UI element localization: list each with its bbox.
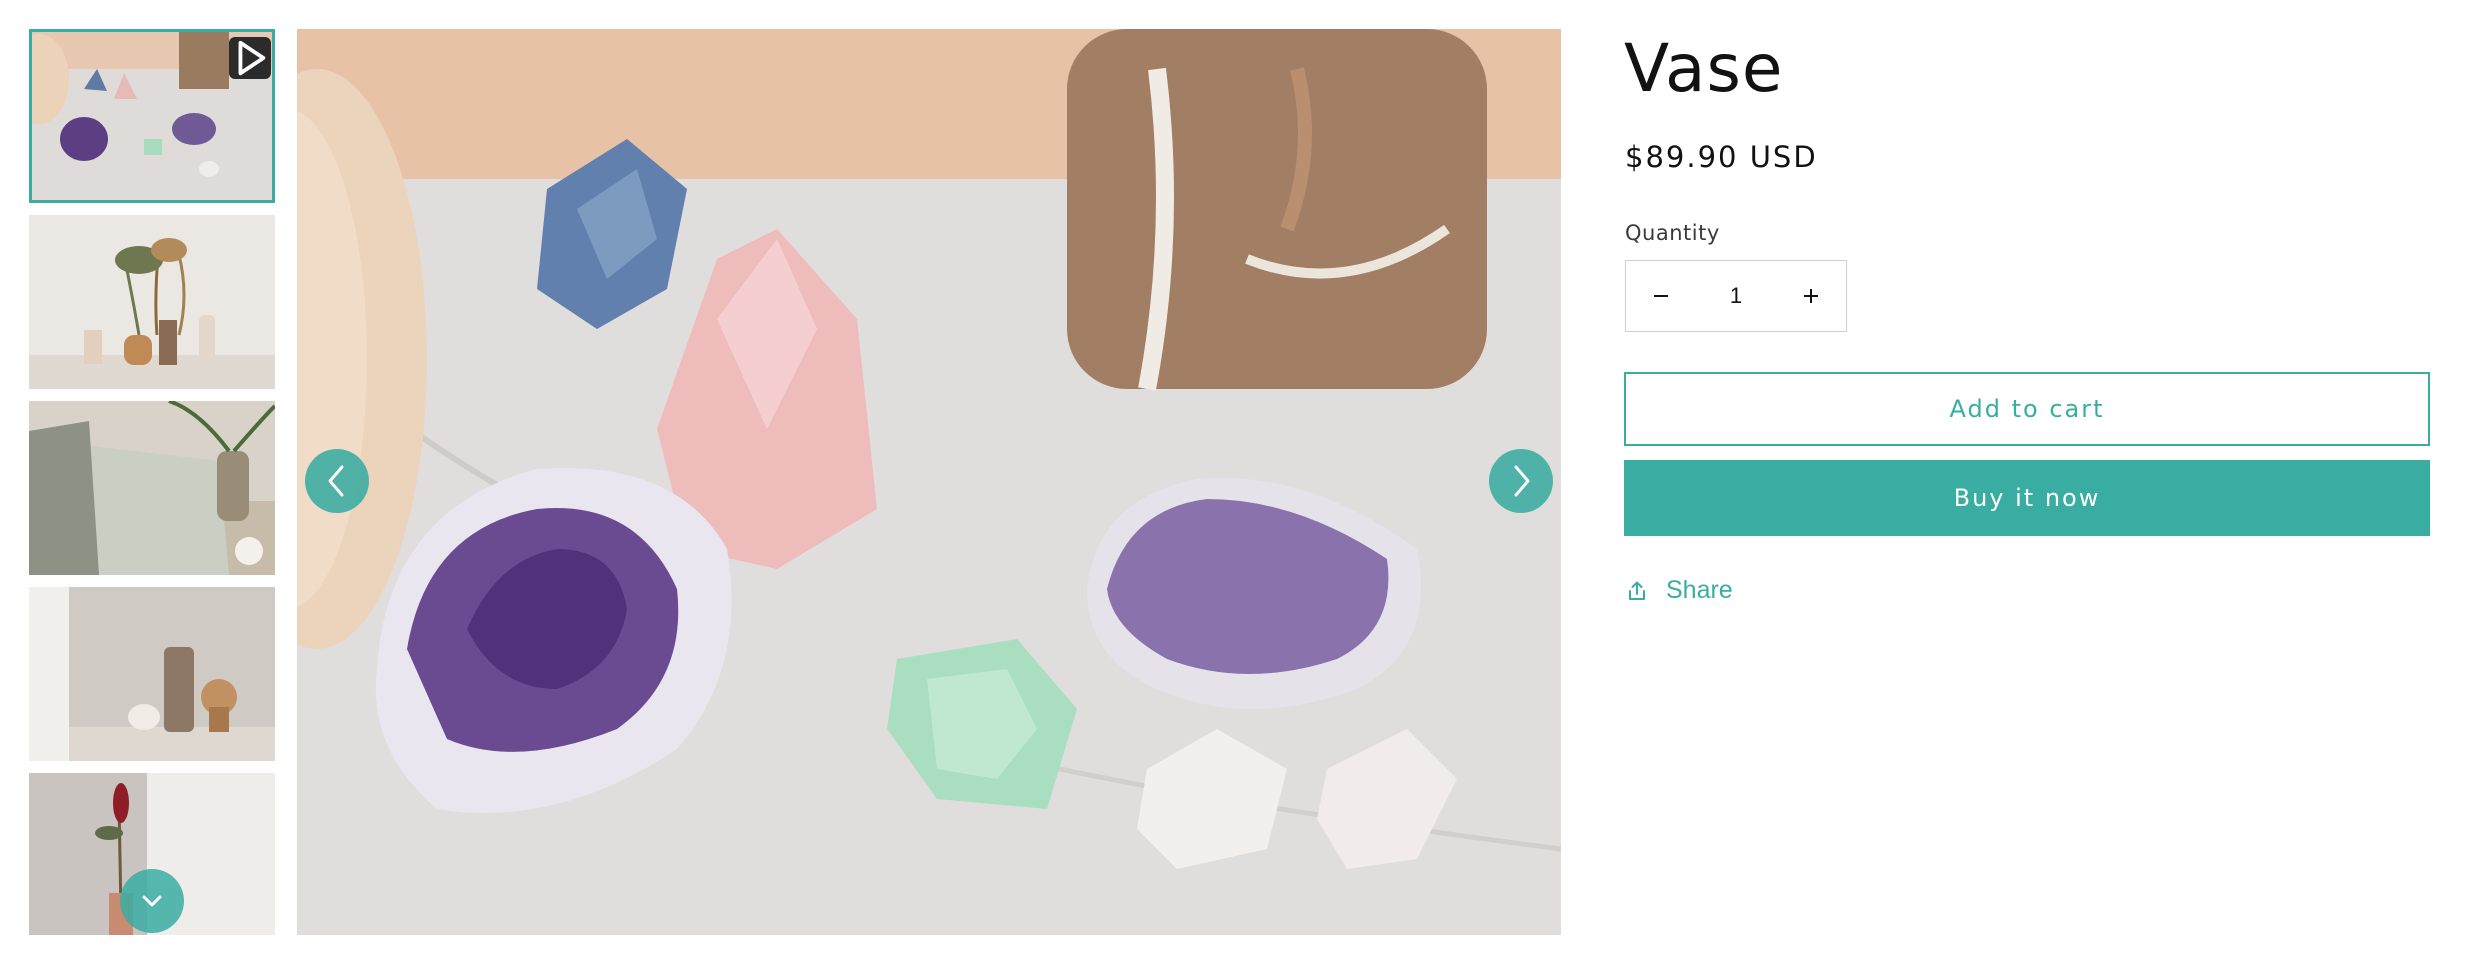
crystals-photo <box>297 29 1561 935</box>
plus-icon <box>1804 289 1818 303</box>
main-product-image <box>297 29 1561 935</box>
chevron-down-icon <box>142 895 162 907</box>
thumbnail-image <box>29 215 275 389</box>
play-icon <box>238 40 266 76</box>
chevron-left-icon <box>328 465 344 497</box>
thumbnail-image <box>29 587 275 761</box>
thumbnail-crystals[interactable] <box>29 29 275 203</box>
thumbnail-list <box>29 29 275 935</box>
product-title: Vase <box>1624 30 1784 107</box>
quantity-label: Quantity <box>1625 221 1720 245</box>
share-icon <box>1629 581 1645 600</box>
thumbnail-book-plant[interactable] <box>29 401 275 575</box>
previous-image-button[interactable] <box>305 449 369 513</box>
product-price: $89.90 USD <box>1625 140 1818 174</box>
quantity-increase-button[interactable] <box>1776 261 1846 331</box>
share-label: Share <box>1666 576 1733 604</box>
video-badge <box>229 37 271 79</box>
share-button[interactable]: Share <box>1626 576 1733 605</box>
quantity-stepper: 1 <box>1625 260 1847 332</box>
quantity-input[interactable]: 1 <box>1696 283 1776 309</box>
thumbnail-image <box>29 401 275 575</box>
chevron-right-icon <box>1514 465 1530 497</box>
next-image-button[interactable] <box>1489 449 1553 513</box>
buy-now-button[interactable]: Buy it now <box>1624 460 2430 536</box>
thumbnail-dried-flowers[interactable] <box>29 215 275 389</box>
quantity-decrease-button[interactable] <box>1626 261 1696 331</box>
add-to-cart-button[interactable]: Add to cart <box>1624 372 2430 446</box>
thumbnail-scroll-down-button[interactable] <box>120 869 184 933</box>
thumbnail-wooden-vases[interactable] <box>29 587 275 761</box>
minus-icon <box>1654 295 1668 297</box>
